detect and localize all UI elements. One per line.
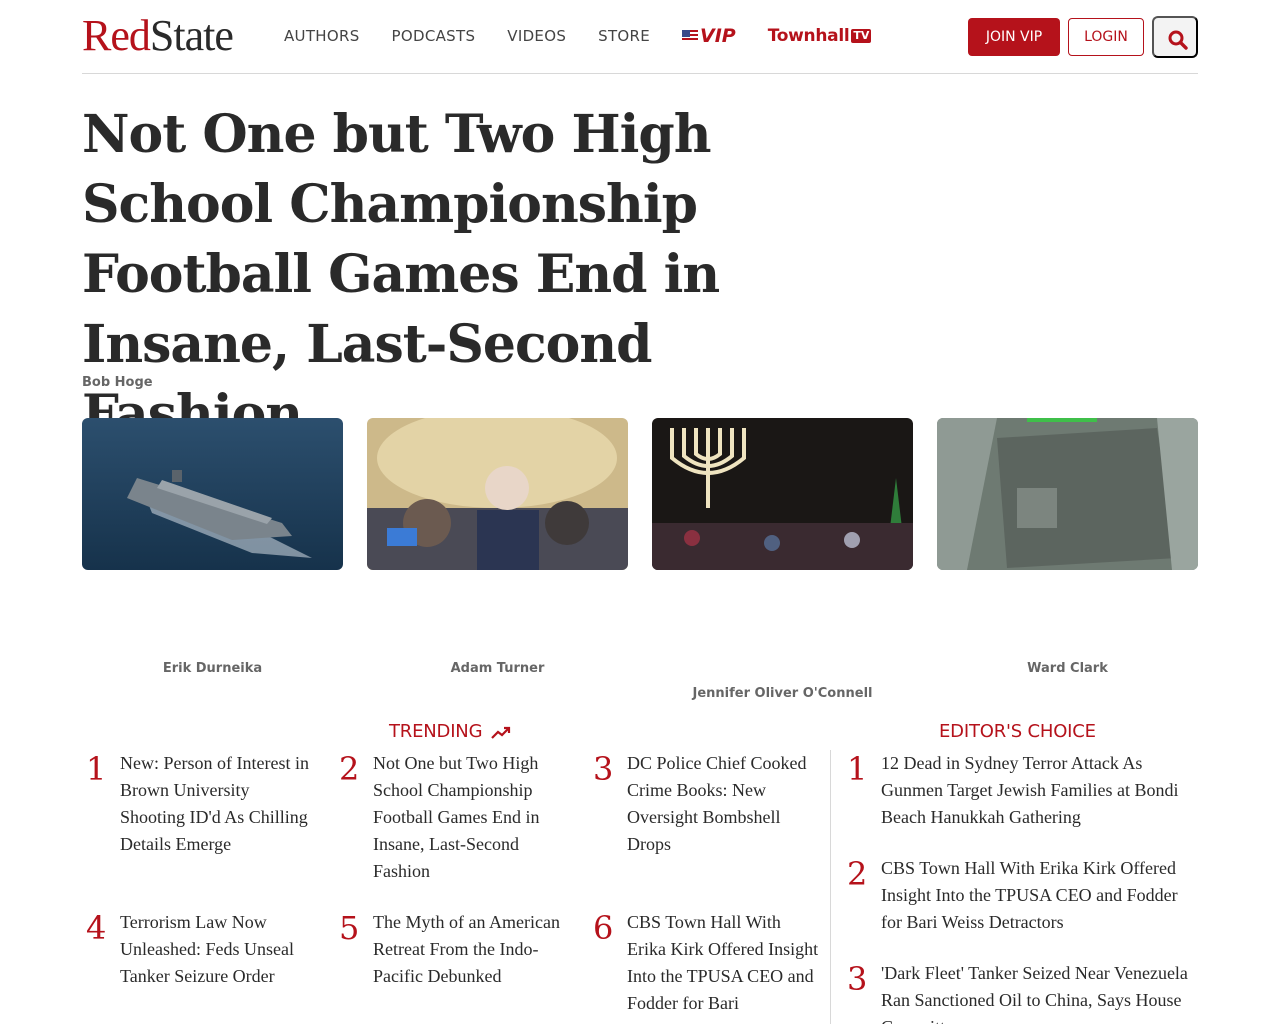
trending-rank: 6 [593, 909, 614, 947]
card-image-aircraft-carrier[interactable] [82, 418, 343, 570]
editors-rank: 2 [847, 855, 868, 893]
trending-up-icon [491, 726, 511, 739]
editors-item[interactable]: 'Dark Fleet' Tanker Seized Near Venezuel… [881, 960, 1199, 1024]
nav-podcasts[interactable]: PODCASTS [392, 27, 476, 45]
site-logo[interactable]: RedState [82, 11, 234, 60]
editors-rank: 1 [847, 750, 868, 788]
login-button[interactable]: LOGIN [1068, 18, 1144, 56]
trending-item[interactable]: The Myth of an American Retreat From the… [373, 909, 568, 990]
article-title: Not One but Two High School Championship… [82, 104, 720, 445]
trending-rank: 2 [339, 750, 360, 788]
trending-item[interactable]: Terrorism Law Now Unleashed: Feds Unseal… [120, 909, 305, 990]
logo-red-part: Red [82, 11, 151, 60]
editors-choice-heading: EDITOR'S CHOICE [939, 721, 1096, 742]
trending-item[interactable]: Not One but Two High School Championship… [373, 750, 553, 885]
editors-rank: 3 [847, 960, 868, 998]
editors-item[interactable]: CBS Town Hall With Erika Kirk Offered In… [881, 855, 1196, 936]
article-author[interactable]: Bob Hoge [82, 375, 153, 390]
card-image-tanker-ship[interactable] [937, 418, 1198, 570]
trending-item[interactable]: CBS Town Hall With Erika Kirk Offered In… [627, 909, 819, 1017]
trending-rank: 4 [86, 909, 107, 947]
card-author[interactable]: Adam Turner [367, 661, 628, 676]
editors-item[interactable]: 12 Dead in Sydney Terror Attack As Gunme… [881, 750, 1196, 831]
trending-item[interactable]: DC Police Chief Cooked Crime Books: New … [627, 750, 817, 858]
nav-townhall-tv[interactable]: Townhall TV [768, 26, 872, 46]
search-icon [1168, 30, 1188, 50]
column-divider [830, 750, 831, 1024]
trending-item[interactable]: New: Person of Interest in Brown Univers… [120, 750, 315, 858]
nav-authors[interactable]: AUTHORS [284, 27, 360, 45]
site-header: RedState AUTHORS PODCASTS VIDEOS STORE V… [82, 0, 1198, 74]
nav-videos[interactable]: VIDEOS [507, 27, 566, 45]
main-nav: AUTHORS PODCASTS VIDEOS STORE VIP Townha… [284, 25, 872, 47]
card-author[interactable]: Erik Durneika [82, 661, 343, 676]
vip-label: VIP [700, 25, 736, 47]
trending-rank: 1 [86, 750, 107, 788]
trending-rank: 5 [339, 909, 360, 947]
card-image-senator-press[interactable] [367, 418, 628, 570]
card-author[interactable]: Ward Clark [937, 661, 1198, 676]
nav-store[interactable]: STORE [598, 27, 650, 45]
townhall-label: Townhall [767, 26, 850, 46]
card-image-menorah-night[interactable] [652, 418, 913, 570]
tv-badge: TV [851, 29, 872, 43]
trending-rank: 3 [593, 750, 614, 788]
search-button[interactable] [1152, 16, 1198, 58]
logo-dark-part: State [149, 11, 234, 60]
nav-vip[interactable]: VIP [682, 25, 736, 47]
card-author[interactable]: Jennifer Oliver O'Connell [652, 686, 913, 701]
trending-heading: TRENDING [389, 721, 483, 742]
us-flag-icon [682, 30, 699, 42]
join-vip-button[interactable]: JOIN VIP [968, 18, 1060, 56]
